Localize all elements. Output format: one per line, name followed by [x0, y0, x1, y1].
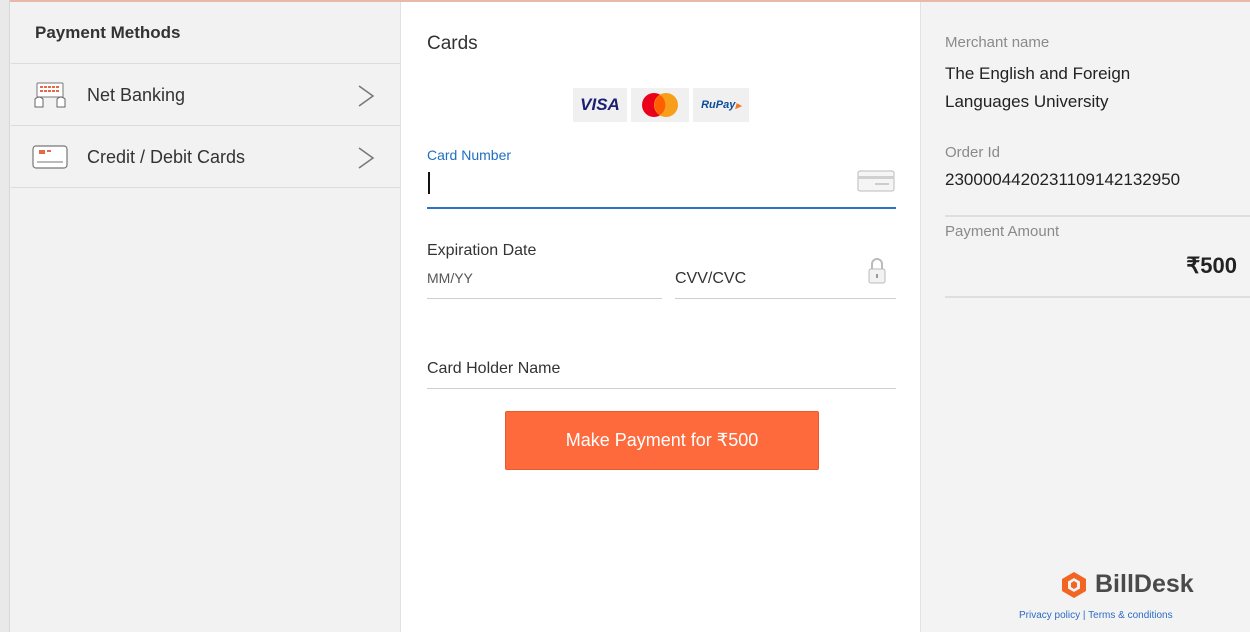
expiration-input[interactable]: MM/YY — [427, 270, 473, 286]
expiration-underline — [427, 298, 662, 299]
payment-amount-label: Payment Amount — [945, 223, 1060, 240]
cards-title: Cards — [427, 33, 478, 54]
merchant-name-value: The English and Foreign Languages Univer… — [945, 64, 1131, 111]
left-edge — [0, 0, 10, 632]
rupay-logo-text: RuPay — [701, 99, 736, 111]
make-payment-button[interactable]: Make Payment for ₹500 — [505, 411, 819, 470]
payment-amount-value: ₹500 — [1186, 253, 1237, 278]
cvv-input[interactable]: CVV/CVC — [675, 270, 746, 288]
links-separator: | — [1082, 610, 1086, 621]
summary-divider — [945, 215, 1250, 217]
lock-icon — [868, 258, 886, 284]
card-number-label: Card Number — [427, 147, 512, 163]
method-label-net-banking: Net Banking — [87, 85, 186, 105]
chevron-right-icon — [358, 147, 375, 169]
merchant-name-label: Merchant name — [945, 34, 1050, 51]
order-id-label: Order Id — [945, 144, 1001, 161]
method-net-banking[interactable]: Net Banking — [11, 64, 400, 126]
payment-methods-panel: Payment Methods Net Banking Credit / Deb… — [11, 2, 400, 632]
card-holder-underline — [427, 388, 896, 389]
method-label-cards: Credit / Debit Cards — [87, 147, 246, 167]
keyboard-hands-icon — [34, 82, 66, 108]
rupay-logo: RuPay ▸ — [693, 88, 749, 122]
card-brand-logos: VISA RuPay ▸ — [573, 88, 749, 122]
mastercard-logo — [631, 88, 689, 122]
privacy-policy-link[interactable]: Privacy policy — [1019, 610, 1080, 621]
order-summary-panel: Merchant name The English and Foreign La… — [921, 2, 1250, 632]
method-credit-debit-cards[interactable]: Credit / Debit Cards — [11, 126, 400, 188]
billdesk-logo: BillDesk — [1061, 570, 1194, 599]
visa-logo: VISA — [573, 88, 627, 122]
chevron-right-icon — [358, 85, 375, 107]
card-icon — [32, 145, 68, 169]
card-number-underline — [427, 207, 896, 209]
card-form-panel: Cards VISA RuPay ▸ Card Number Expiratio… — [400, 2, 921, 632]
cvv-underline — [675, 298, 896, 299]
card-number-input[interactable] — [427, 167, 852, 205]
summary-divider — [945, 296, 1250, 298]
terms-link[interactable]: Terms & conditions — [1088, 610, 1172, 621]
billdesk-logo-text: BillDesk — [1095, 570, 1194, 598]
footer-links: Privacy policy | Terms & conditions — [1019, 610, 1173, 621]
order-id-value: 2300004420231109142132950 — [945, 170, 1181, 189]
card-holder-name-input[interactable]: Card Holder Name — [427, 360, 560, 378]
billdesk-hexagon-icon — [1062, 571, 1086, 598]
payment-methods-title: Payment Methods — [11, 2, 400, 64]
expiration-label: Expiration Date — [427, 242, 537, 259]
card-outline-icon — [857, 170, 895, 192]
